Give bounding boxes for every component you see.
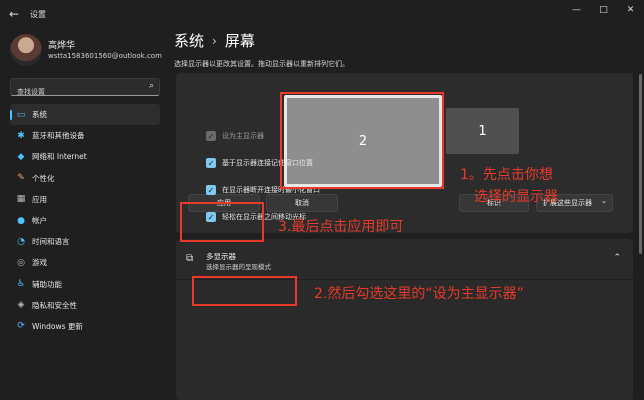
accounts-icon: ● — [17, 215, 25, 226]
time-language-icon: ◔ — [17, 236, 25, 247]
option-label: 设为主显示器 — [222, 132, 264, 140]
user-email: wstta1583601560@outlook.com — [48, 52, 162, 60]
system-icon: ▭ — [16, 109, 26, 120]
sidebar-item-label: 蓝牙和其他设备 — [32, 131, 85, 141]
multi-display-header[interactable]: ⧉ 多显示器 选择显示器的呈现模式 ⌃ — [176, 239, 633, 280]
sidebar-item-label: 网络和 Internet — [32, 152, 87, 162]
windows-update-icon: ⟳ — [17, 321, 25, 332]
checkbox: ✓ — [206, 131, 216, 141]
close-icon[interactable]: ✕ — [617, 0, 644, 20]
page-title: 屏幕 — [224, 32, 255, 50]
sidebar-item-7[interactable]: ◎ 游戏 — [10, 252, 160, 273]
page-description: 选择显示器以更改其设置。拖动显示器以重新排列它们。 — [174, 60, 349, 68]
sidebar-item-4[interactable]: ▦ 应用 — [10, 189, 160, 210]
user-name: 高烨华 — [48, 41, 76, 51]
privacy-icon: ◈ — [17, 300, 25, 311]
sidebar-item-label: 时间和语言 — [32, 237, 70, 247]
search-input[interactable] — [11, 84, 143, 100]
gaming-icon: ◎ — [17, 257, 25, 268]
minimize-icon[interactable]: — — [563, 0, 590, 20]
multi-display-panel: ⧉ 多显示器 选择显示器的呈现模式 ⌃ ✓ 设为主显示器 ✓ 基于显示器连接记住窗口位… — [176, 131, 633, 400]
search-icon[interactable]: ⌕ — [149, 81, 154, 91]
sidebar-item-8[interactable]: ♿ 辅助功能 — [10, 274, 160, 295]
sidebar-item-2[interactable]: ◆ 网络和 Internet — [10, 146, 160, 167]
bluetooth-icon: ✱ — [17, 130, 25, 141]
sidebar-item-label: 应用 — [32, 194, 47, 204]
sidebar-nav: ▭ 系统 ✱ 蓝牙和其他设备 ◆ 网络和 Internet ✎ 个性化 ▦ 应用 ● 帐户 ◔ 时间和语言… — [10, 104, 160, 337]
scrollbar[interactable] — [639, 74, 642, 254]
annotation-step3: 3.最后点击应用即可 — [278, 219, 404, 235]
sidebar-item-10[interactable]: ⟳ Windows 更新 — [10, 316, 160, 337]
sidebar-item-label: 帐户 — [32, 216, 47, 226]
monitor-1[interactable]: 1 — [446, 108, 519, 154]
network-icon: ◆ — [17, 151, 25, 162]
chevron-right-icon: › — [212, 33, 217, 48]
sidebar-item-label: 游戏 — [32, 258, 47, 268]
sidebar-item-0[interactable]: ▭ 系统 — [10, 104, 160, 126]
sidebar-item-9[interactable]: ◈ 隐私和安全性 — [10, 295, 160, 316]
sidebar-item-label: Windows 更新 — [32, 321, 83, 331]
annotation-box-monitor — [280, 92, 444, 189]
sidebar-item-3[interactable]: ✎ 个性化 — [10, 168, 160, 189]
annotation-box-checkbox — [192, 276, 297, 306]
back-arrow-icon[interactable]: ← — [0, 0, 28, 28]
sidebar-item-5[interactable]: ● 帐户 — [10, 210, 160, 231]
window-title: 设置 — [30, 9, 46, 19]
personalization-icon: ✎ — [17, 173, 25, 184]
sidebar-item-label: 系统 — [32, 110, 47, 120]
sidebar-item-1[interactable]: ✱ 蓝牙和其他设备 — [10, 125, 160, 146]
sidebar-item-label: 隐私和安全性 — [32, 300, 77, 310]
user-profile[interactable]: 高烨华 wstta1583601560@outlook.com — [10, 34, 168, 74]
checkbox[interactable]: ✓ — [206, 158, 216, 168]
multi-display-subtitle: 选择显示器的呈现模式 — [206, 263, 271, 271]
avatar — [10, 34, 42, 66]
chevron-up-icon[interactable]: ⌃ — [613, 253, 621, 263]
title-bar: ← 设置 — □ ✕ — [0, 0, 644, 28]
sidebar: 高烨华 wstta1583601560@outlook.com ⌕ ▭ 系统 ✱ 蓝牙… — [0, 28, 168, 400]
annotation-step2: 2.然后勾选这里的“设为主显示器” — [314, 286, 524, 302]
maximize-icon[interactable]: □ — [590, 0, 617, 20]
breadcrumb-parent[interactable]: 系统 — [174, 30, 204, 51]
annotation-box-apply — [180, 202, 264, 242]
breadcrumb: 系统 › 屏幕 — [174, 30, 255, 51]
chevron-down-icon: ⌄ — [601, 197, 607, 205]
multi-monitor-icon: ⧉ — [186, 253, 194, 264]
apps-icon: ▦ — [16, 194, 26, 205]
sidebar-item-6[interactable]: ◔ 时间和语言 — [10, 231, 160, 252]
window-controls: — □ ✕ — [563, 0, 644, 20]
search-box[interactable]: ⌕ — [10, 78, 160, 100]
sidebar-item-label: 辅助功能 — [32, 279, 62, 289]
sidebar-item-label: 个性化 — [32, 173, 55, 183]
checkbox[interactable]: ✓ — [206, 185, 216, 195]
accessibility-icon: ♿ — [16, 279, 26, 290]
option-row: ✓ 设为主显示器 — [206, 129, 264, 143]
annotation-step1-line2: 选择的显示器 — [474, 189, 558, 205]
annotation-step1-line1: 1。先点击你想 — [460, 167, 553, 183]
